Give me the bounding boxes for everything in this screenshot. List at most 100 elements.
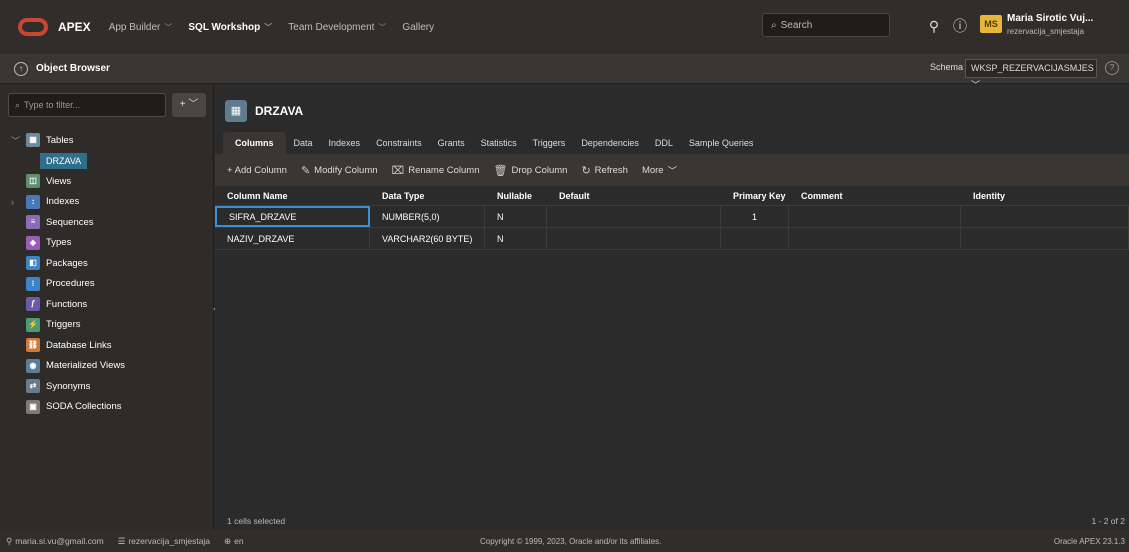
tree-item-triggers[interactable]: ⚡ Triggers <box>0 315 214 336</box>
tab-dependencies[interactable]: Dependencies <box>573 132 647 154</box>
schema-label: Schema <box>930 62 964 72</box>
chevron-right-icon[interactable]: › <box>11 197 14 207</box>
table-cell[interactable] <box>961 228 1129 249</box>
object-tree-panel: ⌕ Type to filter... + ﹀ ﹀ ▦ Tables DRZAVA … <box>0 84 214 530</box>
tab-indexes[interactable]: Indexes <box>321 132 369 154</box>
column-header[interactable]: Comment <box>789 186 961 205</box>
rename-column-button[interactable]: ⌧ Rename Column <box>392 164 480 177</box>
main-nav: App Builder ﹀ SQL Workshop ﹀ Team Developm… <box>109 22 450 33</box>
column-header[interactable]: Primary Key <box>721 186 789 205</box>
table-cell[interactable]: NAZIV_DRZAVE <box>215 228 370 249</box>
table-row[interactable]: SIFRA_DRZAVE NUMBER(5,0) N 1 <box>215 206 1129 228</box>
column-header[interactable]: Data Type <box>370 186 485 205</box>
table-cell[interactable]: N <box>485 228 547 249</box>
table-icon: ▦ <box>26 133 40 148</box>
search-icon: ⌕ <box>771 19 777 31</box>
schema-help-icon[interactable]: ? <box>1105 61 1119 75</box>
tree-item-packages[interactable]: ◧ Packages <box>0 253 214 274</box>
chevron-down-icon: ﹀ <box>378 22 387 32</box>
chevron-down-icon[interactable]: ﹀ <box>11 134 20 147</box>
arrow-up-icon[interactable]: ↑ <box>14 61 28 76</box>
object-tabs: Columns Data Indexes Constraints Grants … <box>223 132 761 154</box>
table-cell[interactable]: NUMBER(5,0) <box>370 206 485 227</box>
table-cell[interactable] <box>789 206 961 227</box>
footer-workspace[interactable]: ☰ rezervacija_smjestaja <box>118 536 210 547</box>
add-column-button[interactable]: + Add Column <box>227 165 287 176</box>
tab-constraints[interactable]: Constraints <box>368 132 430 154</box>
column-header[interactable]: Identity <box>961 186 1129 205</box>
footer-user[interactable]: ⚲ maria.si.vu@gmail.com <box>6 536 104 547</box>
tree-item-database-links[interactable]: ⛓ Database Links <box>0 335 214 356</box>
table-cell[interactable]: N <box>485 206 547 227</box>
table-cell[interactable] <box>961 206 1129 227</box>
filter-input[interactable]: ⌕ Type to filter... <box>8 93 166 117</box>
function-icon: ƒ <box>26 297 40 312</box>
tab-ddl[interactable]: DDL <box>647 132 681 154</box>
tree-item-label[interactable]: DRZAVA <box>40 152 88 169</box>
nav-team-development[interactable]: Team Development ﹀ <box>288 22 386 33</box>
search-icon: ⌕ <box>15 99 21 110</box>
version-text: Oracle APEX 23.1.3 <box>1053 537 1125 546</box>
package-icon: ◧ <box>26 256 40 271</box>
tree-item-materialized-views[interactable]: ◉ Materialized Views <box>0 356 214 377</box>
nav-sql-workshop[interactable]: SQL Workshop ﹀ <box>188 22 272 33</box>
table-cell[interactable] <box>789 228 961 249</box>
tree-item-tables[interactable]: ﹀ ▦ Tables <box>0 130 214 151</box>
column-header[interactable]: Column Name <box>215 186 370 205</box>
tab-data[interactable]: Data <box>286 132 321 154</box>
tab-sample-queries[interactable]: Sample Queries <box>681 132 762 154</box>
avatar[interactable]: MS <box>980 15 1002 33</box>
help-icon[interactable]: ⓘ <box>950 16 970 36</box>
table-row[interactable]: NAZIV_DRZAVE VARCHAR2(60 BYTE) N <box>215 228 1129 250</box>
chevron-down-icon: ﹀ <box>667 166 678 177</box>
tree-item-views[interactable]: ◫ Views <box>0 171 214 192</box>
view-icon: ◫ <box>26 174 40 189</box>
tree-item-synonyms[interactable]: ⇄ Synonyms <box>0 376 214 397</box>
table-cell[interactable]: VARCHAR2(60 BYTE) <box>370 228 485 249</box>
tree-item-functions[interactable]: ƒ Functions <box>0 294 214 315</box>
tab-grants[interactable]: Grants <box>430 132 473 154</box>
table-cell[interactable]: SIFRA_DRZAVE <box>215 206 370 227</box>
footer-language[interactable]: ⊕ en <box>224 536 244 547</box>
page-title: Object Browser <box>36 63 110 74</box>
brand-label[interactable]: APEX <box>58 20 91 34</box>
more-button[interactable]: More ﹀ <box>642 163 678 178</box>
tree-item-indexes[interactable]: › ↕ Indexes <box>0 192 214 213</box>
selection-status: 1 cells selected <box>227 516 286 526</box>
tab-triggers[interactable]: Triggers <box>525 132 574 154</box>
table-cell[interactable] <box>721 228 789 249</box>
table-cell[interactable] <box>547 228 721 249</box>
modify-column-button[interactable]: ✎ Modify Column <box>301 164 378 177</box>
tree-item-procedures[interactable]: ⁝ Procedures <box>0 274 214 295</box>
user-name[interactable]: Maria Sirotic Vuj... <box>1007 13 1093 24</box>
column-header[interactable]: Default <box>547 186 721 205</box>
tab-statistics[interactable]: Statistics <box>473 132 525 154</box>
tree-item-soda-collections[interactable]: ▣ SODA Collections <box>0 397 214 418</box>
columns-toolbar: + Add Column ✎ Modify Column ⌧ Rename Colu… <box>215 154 1129 186</box>
search-input[interactable]: ⌕ Search <box>762 13 890 37</box>
add-object-button[interactable]: + ﹀ <box>172 93 206 117</box>
sequence-icon: ≡ <box>26 215 40 230</box>
oracle-logo-icon[interactable] <box>18 18 48 36</box>
refresh-button[interactable]: ↻ Refresh <box>581 164 627 177</box>
soda-icon: ▣ <box>26 399 40 414</box>
nav-app-builder[interactable]: App Builder ﹀ <box>109 22 173 33</box>
table-cell[interactable] <box>547 206 721 227</box>
table-cell[interactable]: 1 <box>721 206 789 227</box>
copyright-text: Copyright © 1999, 2023, Oracle and/or it… <box>480 537 662 546</box>
refresh-icon: ↻ <box>581 164 591 177</box>
dblink-icon: ⛓ <box>26 338 40 353</box>
tree-item-types[interactable]: ◈ Types <box>0 233 214 254</box>
drop-column-button[interactable]: 🗑 Drop Column <box>494 164 568 177</box>
tree-item-drzava[interactable]: DRZAVA <box>0 151 214 172</box>
object-details-panel: ▦ DRZAVA Columns Data Indexes Constraint… <box>215 84 1129 530</box>
tab-columns[interactable]: Columns <box>223 132 286 154</box>
trash-icon: 🗑 <box>493 164 508 177</box>
user-profile-icon[interactable]: ⚲ <box>924 16 944 36</box>
user-workspace: rezervacija_smjestaja <box>1007 27 1084 36</box>
object-header: ▦ DRZAVA <box>225 100 303 122</box>
nav-gallery[interactable]: Gallery <box>402 22 434 33</box>
column-header[interactable]: Nullable <box>485 186 547 205</box>
schema-select[interactable]: WKSP_REZERVACIJASMJES ﹀ <box>965 59 1097 90</box>
tree-item-sequences[interactable]: ≡ Sequences <box>0 212 214 233</box>
